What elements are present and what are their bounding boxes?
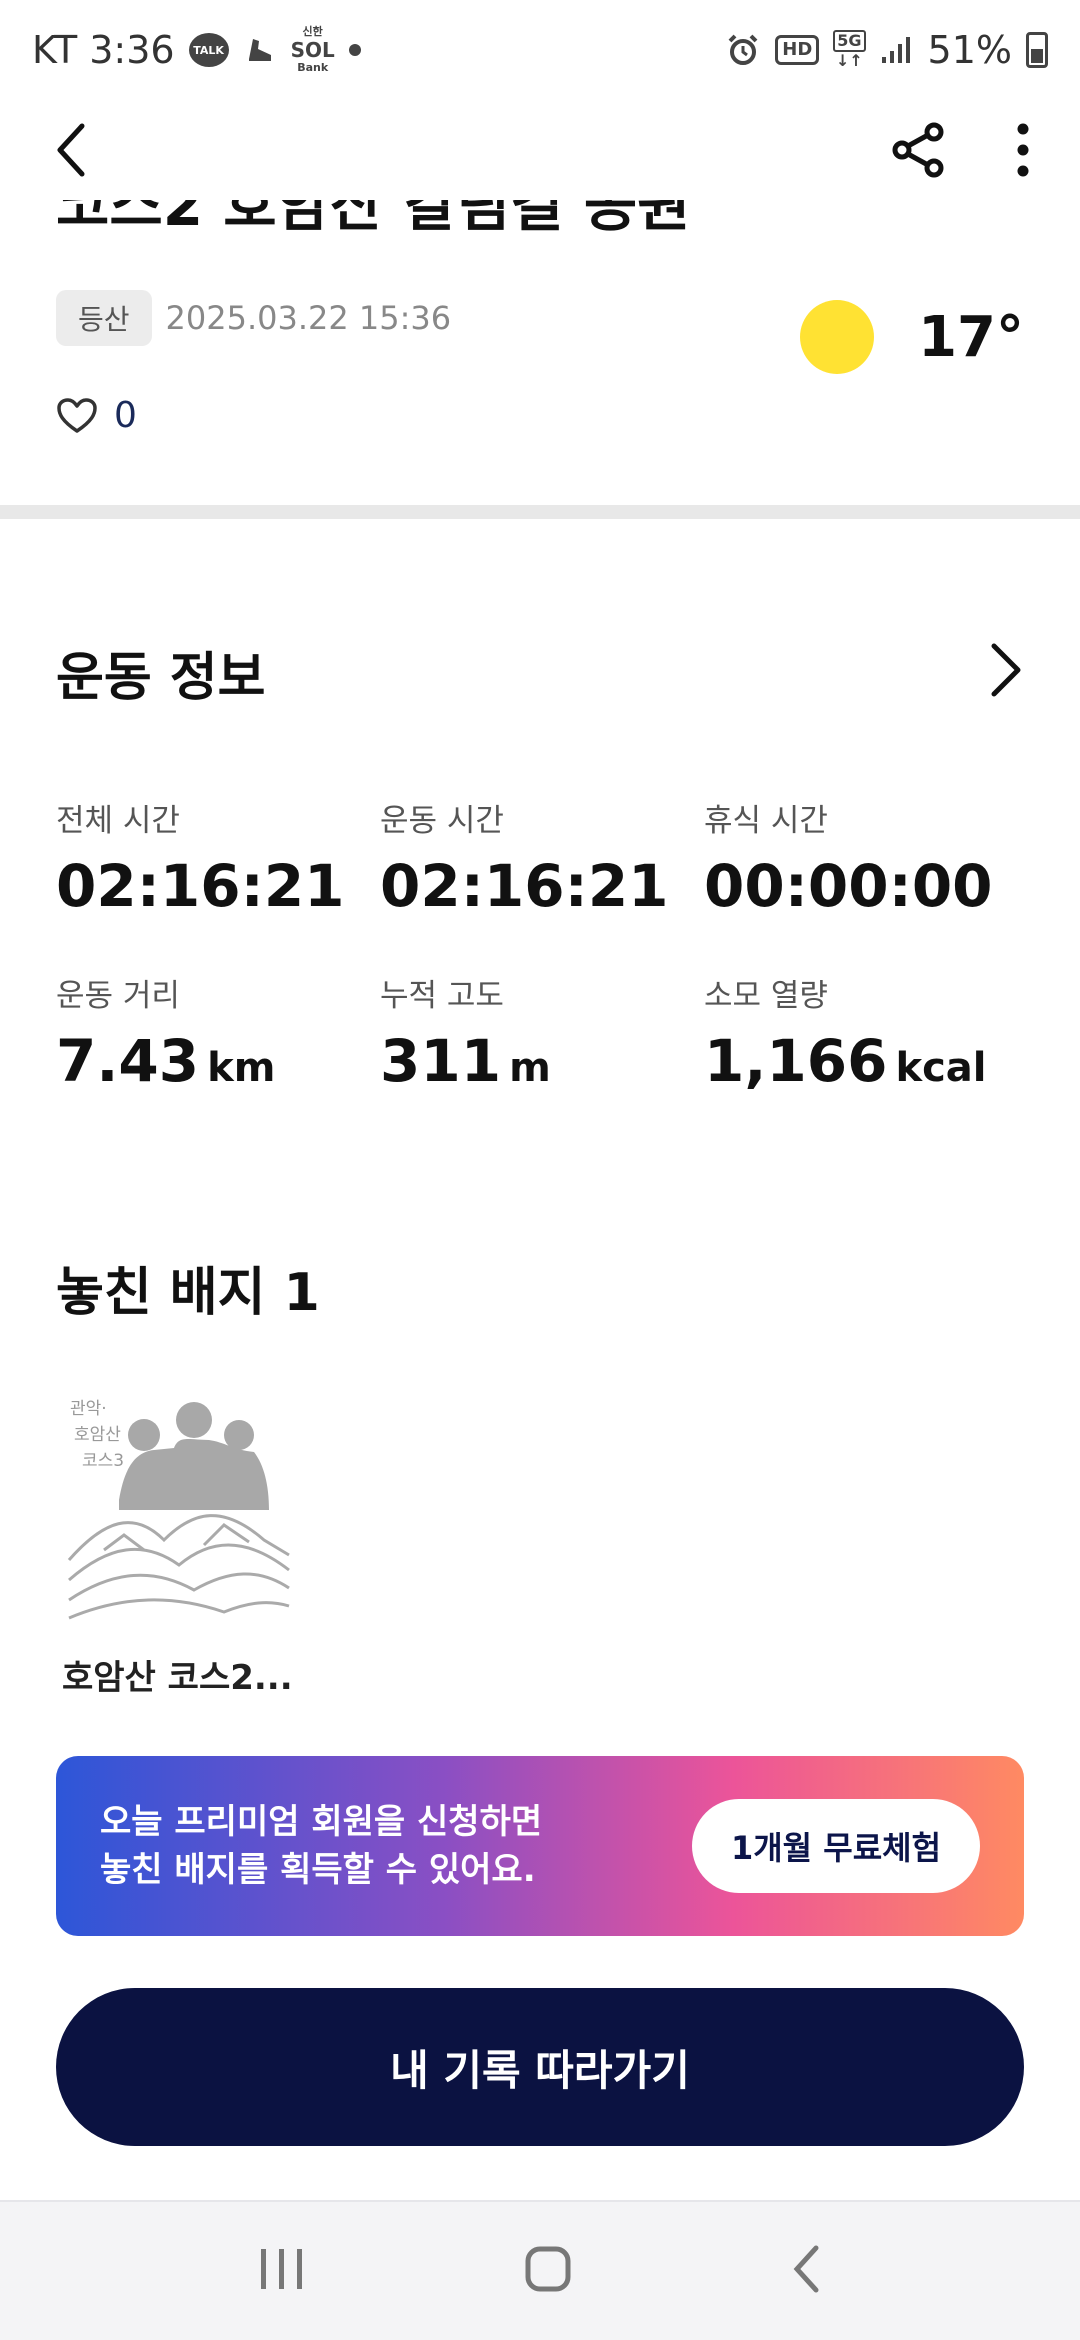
section-divider (0, 505, 1080, 519)
stat-value: 7.43 km (56, 1027, 276, 1095)
svg-text:코스3: 코스3 (82, 1451, 124, 1471)
stat-unit: km (207, 1045, 276, 1091)
more-vert-icon[interactable] (1016, 122, 1030, 178)
back-arrow-icon[interactable] (50, 120, 90, 180)
share-icon[interactable] (892, 122, 946, 178)
weather: 17° (800, 300, 1024, 374)
carrier-time: KT 3:36 (32, 28, 175, 72)
activity-type-tag: 등산 (56, 290, 152, 346)
promo-text: 오늘 프리미엄 회원을 신청하면 놓친 배지를 획득할 수 있어요. (100, 1802, 543, 1890)
kakaotalk-icon: TALK (188, 33, 229, 67)
badge-image[interactable]: 관악· 호암산 코스3 (64, 1390, 294, 1620)
svg-text:호암산: 호암산 (74, 1425, 121, 1445)
like-count: 0 (114, 395, 137, 436)
stat-label: 운동 시간 (380, 803, 504, 839)
stat-unit: m (509, 1045, 551, 1091)
stat-rest-time: 휴식 시간 00:00:00 (704, 795, 1028, 920)
signal-icon (880, 35, 914, 65)
exercise-info-title: 운동 정보 (56, 648, 266, 708)
activity-meta: 등산 2025.03.22 15:36 (56, 290, 451, 346)
system-nav-bar (0, 2200, 1080, 2340)
battery-percent: 51% (927, 28, 1012, 72)
free-trial-button[interactable]: 1개월 무료체험 (692, 1799, 980, 1893)
stat-distance: 운동 거리 7.43 km (56, 970, 380, 1095)
sol-bank-icon: 신한 SOL Bank (290, 25, 335, 74)
svg-text:관악·: 관악· (70, 1399, 107, 1419)
like-button[interactable]: 0 (56, 395, 137, 436)
stat-label: 운동 거리 (56, 978, 180, 1014)
app-header (0, 100, 1080, 200)
stat-value: 00:00:00 (704, 852, 993, 920)
sun-icon (800, 300, 875, 374)
stat-label: 전체 시간 (56, 803, 180, 839)
alarm-icon (725, 32, 761, 68)
stat-value: 311 m (380, 1027, 551, 1095)
recent-apps-icon[interactable] (259, 2247, 305, 2295)
stat-value: 02:16:21 (56, 852, 345, 920)
badge-name: 호암산 코스2... (62, 1658, 293, 1698)
missed-badges-title: 놓친 배지 1 (56, 1263, 320, 1323)
stat-calories: 소모 열량 1,166 kcal (704, 970, 1028, 1095)
exercise-stats-grid: 전체 시간 02:16:21 운동 시간 02:16:21 휴식 시간 00:0… (56, 795, 1036, 1095)
stat-total-time: 전체 시간 02:16:21 (56, 795, 380, 920)
5g-network-icon: 5G ↓↑ (833, 30, 866, 70)
chevron-right-icon[interactable] (988, 640, 1024, 704)
temperature: 17° (918, 304, 1024, 370)
stat-label: 소모 열량 (704, 978, 828, 1014)
stat-value: 02:16:21 (380, 852, 669, 920)
stat-value: 1,166 kcal (704, 1027, 987, 1095)
stat-unit: kcal (895, 1045, 987, 1091)
activity-datetime: 2025.03.22 15:36 (165, 299, 452, 337)
follow-my-record-button[interactable]: 내 기록 따라가기 (56, 1988, 1024, 2146)
shoe-icon (243, 33, 277, 67)
stat-label: 누적 고도 (380, 978, 504, 1014)
status-bar: KT 3:36 TALK 신한 SOL Bank HD 5G ↓↑ 51% (0, 0, 1080, 100)
home-icon[interactable] (524, 2245, 572, 2297)
battery-icon (1026, 32, 1048, 68)
back-nav-icon[interactable] (791, 2244, 821, 2298)
stat-label: 휴식 시간 (704, 803, 828, 839)
stat-elevation: 누적 고도 311 m (380, 970, 704, 1095)
stat-exercise-time: 운동 시간 02:16:21 (380, 795, 704, 920)
heart-outline-icon (57, 397, 97, 433)
hd-voice-icon: HD (775, 35, 820, 65)
notification-dot-icon (348, 44, 361, 56)
premium-promo-banner[interactable]: 오늘 프리미엄 회원을 신청하면 놓친 배지를 획득할 수 있어요. 1개월 무… (56, 1756, 1024, 1936)
